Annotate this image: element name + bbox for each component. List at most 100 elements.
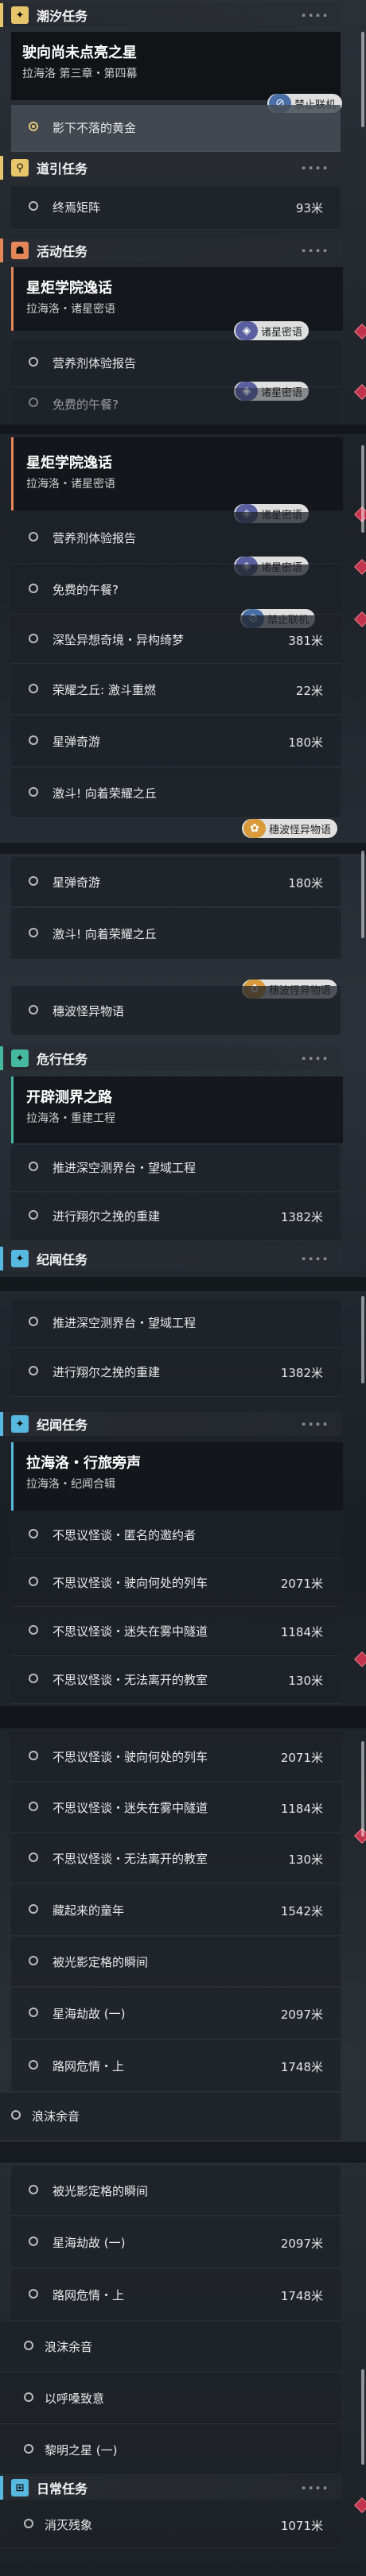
task-row-deep-space[interactable]: 推进深空测界台・望域工程: [11, 1145, 341, 1192]
task-label: 浪沫余音: [32, 2109, 80, 2124]
selected-radio-icon: [29, 122, 38, 131]
task-row-endless-array[interactable]: 终焉矩阵 93米: [11, 186, 341, 230]
task-label: 不思议怪谈・迷失在雾中隧道: [53, 1624, 208, 1639]
task-row-tunnel-2[interactable]: 不思议怪谈・迷失在雾中隧道 1184米: [11, 1783, 341, 1833]
task-row-abyss-dream[interactable]: 深坠异想奇境・异构绮梦 381米: [11, 615, 341, 664]
category-title: 潮汐任务: [37, 9, 88, 24]
task-row-nutrient-report[interactable]: 营养剂体验报告: [11, 340, 341, 387]
category-title: 道引任务: [37, 161, 88, 177]
wave-badge: ✿ 穗波怪异物语: [242, 819, 338, 838]
task-distance: 1382米: [280, 1366, 323, 1380]
task-row-anon-invite[interactable]: 不思议怪谈・匿名的邀约者: [11, 1512, 341, 1559]
mission-card-starry[interactable]: 驶向尚未点亮之星 拉海洛 第三章・第四幕: [11, 32, 341, 100]
radio-icon: [29, 1956, 38, 1965]
task-row-train-2[interactable]: 不思议怪谈・驶向何处的列车 2071米: [11, 1732, 341, 1782]
mission-subtitle: 拉海洛・纪闻合辑: [26, 1478, 115, 1491]
task-row-shuoer-2[interactable]: 进行翔尔之挽的重建 1382米: [11, 1348, 341, 1397]
task-row-star-ball-2[interactable]: 星弹奇游 180米: [11, 857, 341, 907]
task-row-wave-tale[interactable]: 穗波怪异物语: [11, 986, 341, 1036]
task-distance: 1748米: [280, 2289, 323, 2303]
task-distance: 180米: [288, 876, 323, 890]
task-row-foam[interactable]: 浪沫余音: [0, 2093, 341, 2141]
task-label: 免费的午餐?: [53, 583, 119, 597]
scrollbar[interactable]: [361, 851, 364, 938]
radio-icon: [29, 532, 38, 541]
radio-icon: [29, 1751, 38, 1760]
decor-text: ▪ ▪ ▪ ▪: [302, 1055, 328, 1061]
category-header-daily[interactable]: ⊞ 日常任务 ▪ ▪ ▪ ▪: [0, 2476, 342, 2500]
task-row-crisis-2[interactable]: 路网危情・上 1748米: [11, 2269, 341, 2321]
scrollbar[interactable]: [361, 445, 364, 533]
task-row-fight-glory[interactable]: 激斗! 向着荣耀之丘: [11, 768, 341, 818]
task-row-free-lunch[interactable]: 免费的午餐?: [11, 388, 341, 425]
category-header-activity[interactable]: ☗ 活动任务 ▪ ▪ ▪ ▪: [0, 239, 342, 262]
task-distance: 1184米: [280, 1802, 323, 1816]
task-label: 营养剂体验报告: [53, 356, 137, 370]
task-row-glory-hill[interactable]: 荣耀之丘: 激斗重燃 22米: [11, 665, 341, 715]
radio-icon: [29, 584, 38, 593]
scrollbar[interactable]: [361, 32, 364, 127]
task-distance: 381米: [288, 634, 323, 648]
task-label: 黎明之星 (一): [45, 2443, 118, 2458]
task-row-fight-glory-2[interactable]: 激斗! 向着荣耀之丘: [11, 908, 341, 960]
badge-label: 穗波怪异物语: [269, 824, 332, 836]
scrollbar[interactable]: [361, 1741, 364, 1837]
secret-avatar-icon: ◈: [236, 321, 258, 340]
radio-icon: [29, 1210, 38, 1220]
task-label: 进行翔尔之挽的重建: [53, 1365, 161, 1379]
mission-card-academy-2[interactable]: 星炬学院逸话 拉海洛・诸星密语: [11, 437, 343, 510]
radio-icon: [29, 2237, 38, 2246]
task-row-train[interactable]: 不思议怪谈・驶向何处的列车 2071米: [11, 1560, 341, 1607]
alert-diamond-icon: [354, 324, 366, 339]
mission-card-explore[interactable]: 开辟测界之路 拉海洛・重建工程: [11, 1077, 343, 1143]
task-label: 不思议怪谈・驶向何处的列车: [53, 1576, 208, 1590]
task-row-tunnel[interactable]: 不思议怪谈・迷失在雾中隧道 1184米: [11, 1608, 341, 1656]
task-row-moment[interactable]: 被光影定格的瞬间: [11, 1937, 341, 1987]
task-row-star-ball[interactable]: 星弹奇游 180米: [11, 716, 341, 767]
category-header-guide[interactable]: ⚲ 道引任务 ▪ ▪ ▪ ▪: [0, 156, 342, 180]
radio-icon: [29, 2185, 38, 2194]
alert-diamond-icon: [354, 611, 366, 627]
task-label: 路网危情・上: [53, 2288, 125, 2302]
scrollbar[interactable]: [361, 2369, 364, 2465]
task-label: 穗波怪异物语: [53, 1004, 125, 1018]
screen-separator: [0, 425, 366, 434]
category-title: 危行任务: [37, 1052, 88, 1067]
task-row-shuoer[interactable]: 进行翔尔之挽的重建 1382米: [11, 1193, 341, 1241]
task-row-moment-2[interactable]: 被光影定格的瞬间: [11, 2166, 341, 2216]
task-label: 免费的午餐?: [53, 398, 119, 412]
task-row-crisis[interactable]: 路网危情・上 1748米: [11, 2040, 341, 2092]
task-distance: 1748米: [280, 2060, 323, 2074]
task-row-starsea-2[interactable]: 星海劫故 (一) 2097米: [11, 2217, 341, 2268]
task-row-shadow-gold[interactable]: 影下不落的黄金: [11, 105, 341, 152]
category-header-jiwen[interactable]: ✦ 纪闻任务 ▪ ▪ ▪ ▪: [0, 1247, 342, 1271]
task-label: 被光影定格的瞬间: [53, 2184, 149, 2198]
task-row-starsea[interactable]: 星海劫故 (一) 2097米: [11, 1988, 341, 2039]
task-label: 星弹奇游: [53, 735, 101, 749]
task-row-foam-2[interactable]: 浪沫余音: [0, 2322, 341, 2372]
task-row-remains[interactable]: 消灭残象 1071米: [0, 2503, 341, 2548]
scrollbar[interactable]: [361, 1296, 364, 1383]
task-row-classroom-2[interactable]: 不思议怪谈・无法离开的教室 130米: [11, 1833, 341, 1884]
category-header-jiwen-2[interactable]: ✦ 纪闻任务 ▪ ▪ ▪ ▪: [0, 1412, 342, 1436]
task-distance: 2097米: [280, 2237, 323, 2251]
task-label: 影下不落的黄金: [53, 121, 137, 135]
task-distance: 2097米: [280, 2008, 323, 2022]
task-label: 藏起来的童年: [53, 1903, 125, 1918]
task-row-deep-space-2[interactable]: 推进深空测界台・望域工程: [11, 1299, 341, 1348]
radio-icon: [11, 2110, 21, 2120]
task-label: 荣耀之丘: 激斗重燃: [53, 683, 156, 697]
radio-icon: [29, 634, 38, 643]
category-header-danger[interactable]: ✦ 危行任务 ▪ ▪ ▪ ▪: [0, 1046, 342, 1070]
task-row-hidden-childhood[interactable]: 藏起来的童年 1542米: [11, 1884, 341, 1936]
task-row-free-lunch-2[interactable]: 免费的午餐?: [11, 564, 341, 615]
mission-card-travel[interactable]: 拉海洛・行旅旁声 拉海洛・纪闻合辑: [11, 1442, 343, 1511]
task-label: 进行翔尔之挽的重建: [53, 1209, 161, 1224]
task-row-whisper[interactable]: 以呼嗓致意: [0, 2372, 341, 2424]
radio-icon: [29, 398, 38, 407]
radio-icon: [29, 1674, 38, 1683]
task-row-classroom[interactable]: 不思议怪谈・无法离开的教室 130米: [11, 1657, 341, 1704]
category-header-chaoxi[interactable]: ✦ 潮汐任务 ▪ ▪ ▪ ▪: [0, 3, 342, 27]
task-row-dawn[interactable]: 黎明之星 (一): [0, 2425, 341, 2475]
radio-icon: [29, 2060, 38, 2070]
